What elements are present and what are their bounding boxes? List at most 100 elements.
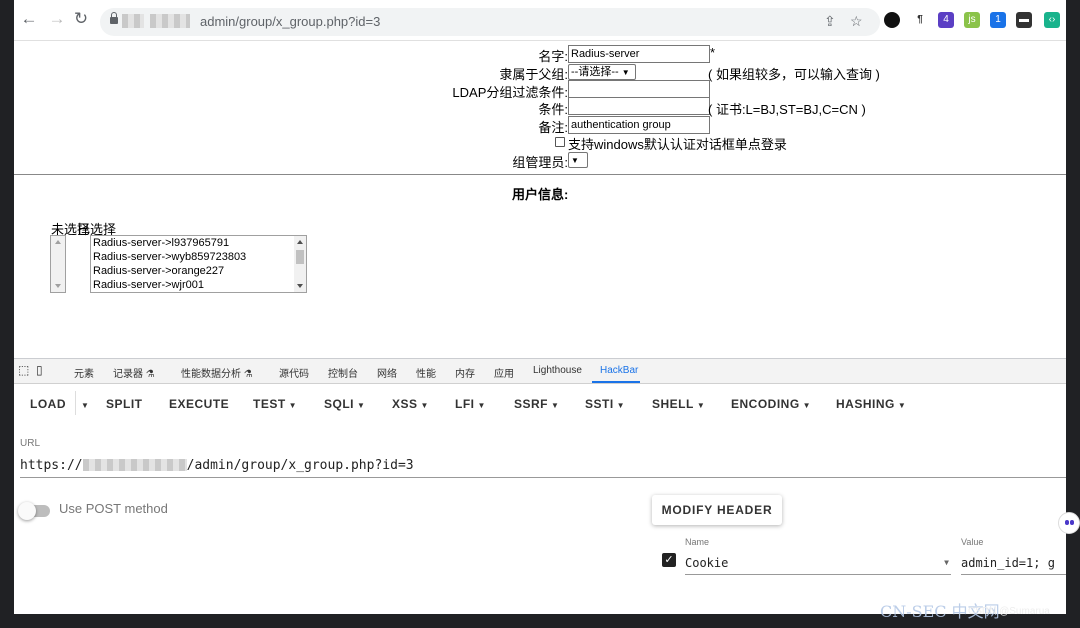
url-input[interactable]: https:// /admin/group/x_group.php?id=3: [20, 457, 1066, 478]
execute-button[interactable]: EXECUTE: [169, 397, 229, 411]
name-label: 名字:: [538, 49, 568, 64]
list-item[interactable]: Radius-server->wyb859723803: [91, 250, 306, 264]
unselected-users-list[interactable]: [50, 235, 66, 293]
forward-icon[interactable]: →: [46, 8, 68, 30]
list-item[interactable]: Radius-server->l937965791: [91, 236, 306, 250]
url-label: URL: [20, 438, 41, 449]
back-icon[interactable]: ←: [18, 8, 40, 30]
scroll-down-icon[interactable]: [297, 284, 303, 288]
group-admin-label: 组管理员:: [512, 155, 568, 170]
tab-network[interactable]: 网络: [377, 365, 397, 380]
devtools-panel: ⬚ ▯ 元素 记录器 ⚗ 性能数据分析 ⚗ 源代码 控制台 网络 性能 内存 应…: [14, 358, 1066, 614]
tab-elements[interactable]: 元素: [74, 365, 94, 380]
load-dropdown-caret[interactable]: ▼: [78, 397, 89, 411]
tab-performance[interactable]: 性能: [416, 365, 436, 380]
header-enabled-checkbox[interactable]: ✓: [662, 553, 676, 567]
chevron-down-icon: ▼: [477, 401, 486, 410]
windows-sso-checkbox[interactable]: [555, 137, 565, 147]
lfi-menu[interactable]: LFI ▼: [455, 397, 486, 411]
ssrf-menu-label: SSRF: [514, 397, 549, 411]
chevron-down-icon: ▼: [616, 401, 626, 410]
load-separator: [75, 391, 76, 415]
load-button[interactable]: LOAD: [30, 397, 66, 411]
encoding-menu[interactable]: ENCODING ▼: [731, 397, 811, 411]
scroll-down-icon[interactable]: [55, 284, 61, 288]
browser-window: ← → ↻ admin/group/x_group.php?id=3 ⇪ ☆ ¶…: [14, 0, 1066, 614]
list-scrollbar[interactable]: [51, 236, 65, 292]
url-path: /admin/group/x_group.php?id=3: [186, 458, 414, 473]
share-icon[interactable]: ⇪: [824, 13, 836, 30]
tab-recorder[interactable]: 记录器 ⚗: [113, 365, 155, 380]
name-field[interactable]: Radius-server: [568, 45, 710, 63]
scroll-up-icon[interactable]: [297, 240, 303, 244]
parent-group-select[interactable]: --请选择-- ▼: [568, 64, 636, 80]
group-admin-select[interactable]: ▼: [568, 152, 588, 168]
scroll-thumb[interactable]: [296, 250, 304, 264]
scroll-up-icon[interactable]: [55, 240, 61, 244]
chevron-down-icon: ▼: [802, 401, 812, 410]
extension-js-icon[interactable]: js: [964, 12, 980, 28]
reload-icon[interactable]: ↻: [70, 8, 92, 30]
address-bar[interactable]: admin/group/x_group.php?id=3 ⇪ ☆: [100, 8, 880, 36]
tab-sources[interactable]: 源代码: [279, 365, 309, 380]
selected-users-list[interactable]: Radius-server->l937965791 Radius-server-…: [90, 235, 307, 293]
header-name-select[interactable]: Cookie ▼: [685, 556, 951, 575]
assistant-float-icon[interactable]: [1058, 512, 1080, 534]
lock-icon: [110, 12, 118, 24]
extension-code-icon[interactable]: ‹›: [1044, 12, 1060, 28]
extension-circle-icon[interactable]: [884, 12, 900, 28]
xss-menu[interactable]: XSS ▼: [392, 397, 429, 411]
chevron-down-icon: ▼: [288, 401, 298, 410]
address-url: admin/group/x_group.php?id=3: [200, 14, 381, 29]
hashing-menu[interactable]: HASHING ▼: [836, 397, 906, 411]
chevron-down-icon: ▼: [551, 401, 560, 410]
ssrf-menu[interactable]: SSRF ▼: [514, 397, 559, 411]
shell-menu[interactable]: SHELL ▼: [652, 397, 705, 411]
chevron-down-icon: ▼: [897, 401, 907, 410]
windows-sso-label: 支持windows默认认证对话框单点登录: [568, 137, 787, 152]
list-item[interactable]: Radius-server->wjr001: [91, 278, 306, 292]
split-button[interactable]: SPLIT: [106, 397, 143, 411]
extension-badge-icon[interactable]: 4: [938, 12, 954, 28]
extension-paragraph-icon[interactable]: ¶: [912, 12, 928, 28]
tab-performance-insights[interactable]: 性能数据分析 ⚗: [181, 365, 253, 380]
chevron-down-icon: ▼: [357, 401, 366, 410]
note-field[interactable]: authentication group: [568, 116, 710, 134]
condition-hint: ( 证书:L=BJ,ST=BJ,C=CN ): [708, 102, 866, 117]
chevron-down-icon: ▼: [420, 401, 429, 410]
test-menu-label: TEST: [253, 397, 286, 411]
test-menu[interactable]: TEST ▼: [253, 397, 297, 411]
url-prefix: https://: [20, 458, 83, 473]
condition-field[interactable]: [568, 97, 710, 115]
ssti-menu[interactable]: SSTI ▼: [585, 397, 625, 411]
post-method-switch-knob[interactable]: [18, 502, 36, 520]
modify-header-button[interactable]: MODIFY HEADER: [652, 495, 782, 525]
ssti-menu-label: SSTI: [585, 397, 614, 411]
tab-console[interactable]: 控制台: [328, 365, 358, 380]
modify-header-label: MODIFY HEADER: [661, 503, 773, 517]
sqli-menu[interactable]: SQLI ▼: [324, 397, 365, 411]
list-item[interactable]: Radius-server->orange227: [91, 264, 306, 278]
header-value-input[interactable]: admin_id=1; g: [961, 556, 1066, 575]
tab-lighthouse[interactable]: Lighthouse: [533, 365, 582, 376]
post-method-label: Use POST method: [59, 501, 168, 516]
chevron-down-icon: ▼: [696, 401, 706, 410]
bookmark-star-icon[interactable]: ☆: [850, 13, 863, 30]
inspect-icon[interactable]: ⬚: [18, 363, 29, 377]
list-scrollbar[interactable]: [294, 236, 306, 292]
chevron-down-icon: ▼: [944, 558, 949, 567]
execute-button-label: EXECUTE: [169, 397, 230, 411]
tab-hackbar[interactable]: HackBar: [600, 365, 638, 376]
user-info-title: 用户信息:: [512, 187, 569, 202]
condition-label: 条件:: [538, 102, 568, 117]
device-toggle-icon[interactable]: ▯: [36, 363, 43, 377]
header-name-label: Name: [685, 537, 710, 547]
split-button-label: SPLIT: [106, 397, 143, 411]
redacted-host: [150, 14, 190, 28]
tab-memory[interactable]: 内存: [455, 365, 475, 380]
extension-mask-icon[interactable]: ▬: [1016, 12, 1032, 28]
extension-counter-icon[interactable]: 1: [990, 12, 1006, 28]
lfi-menu-label: LFI: [455, 397, 475, 411]
tab-application[interactable]: 应用: [494, 365, 514, 380]
ldap-filter-field[interactable]: [568, 80, 710, 98]
